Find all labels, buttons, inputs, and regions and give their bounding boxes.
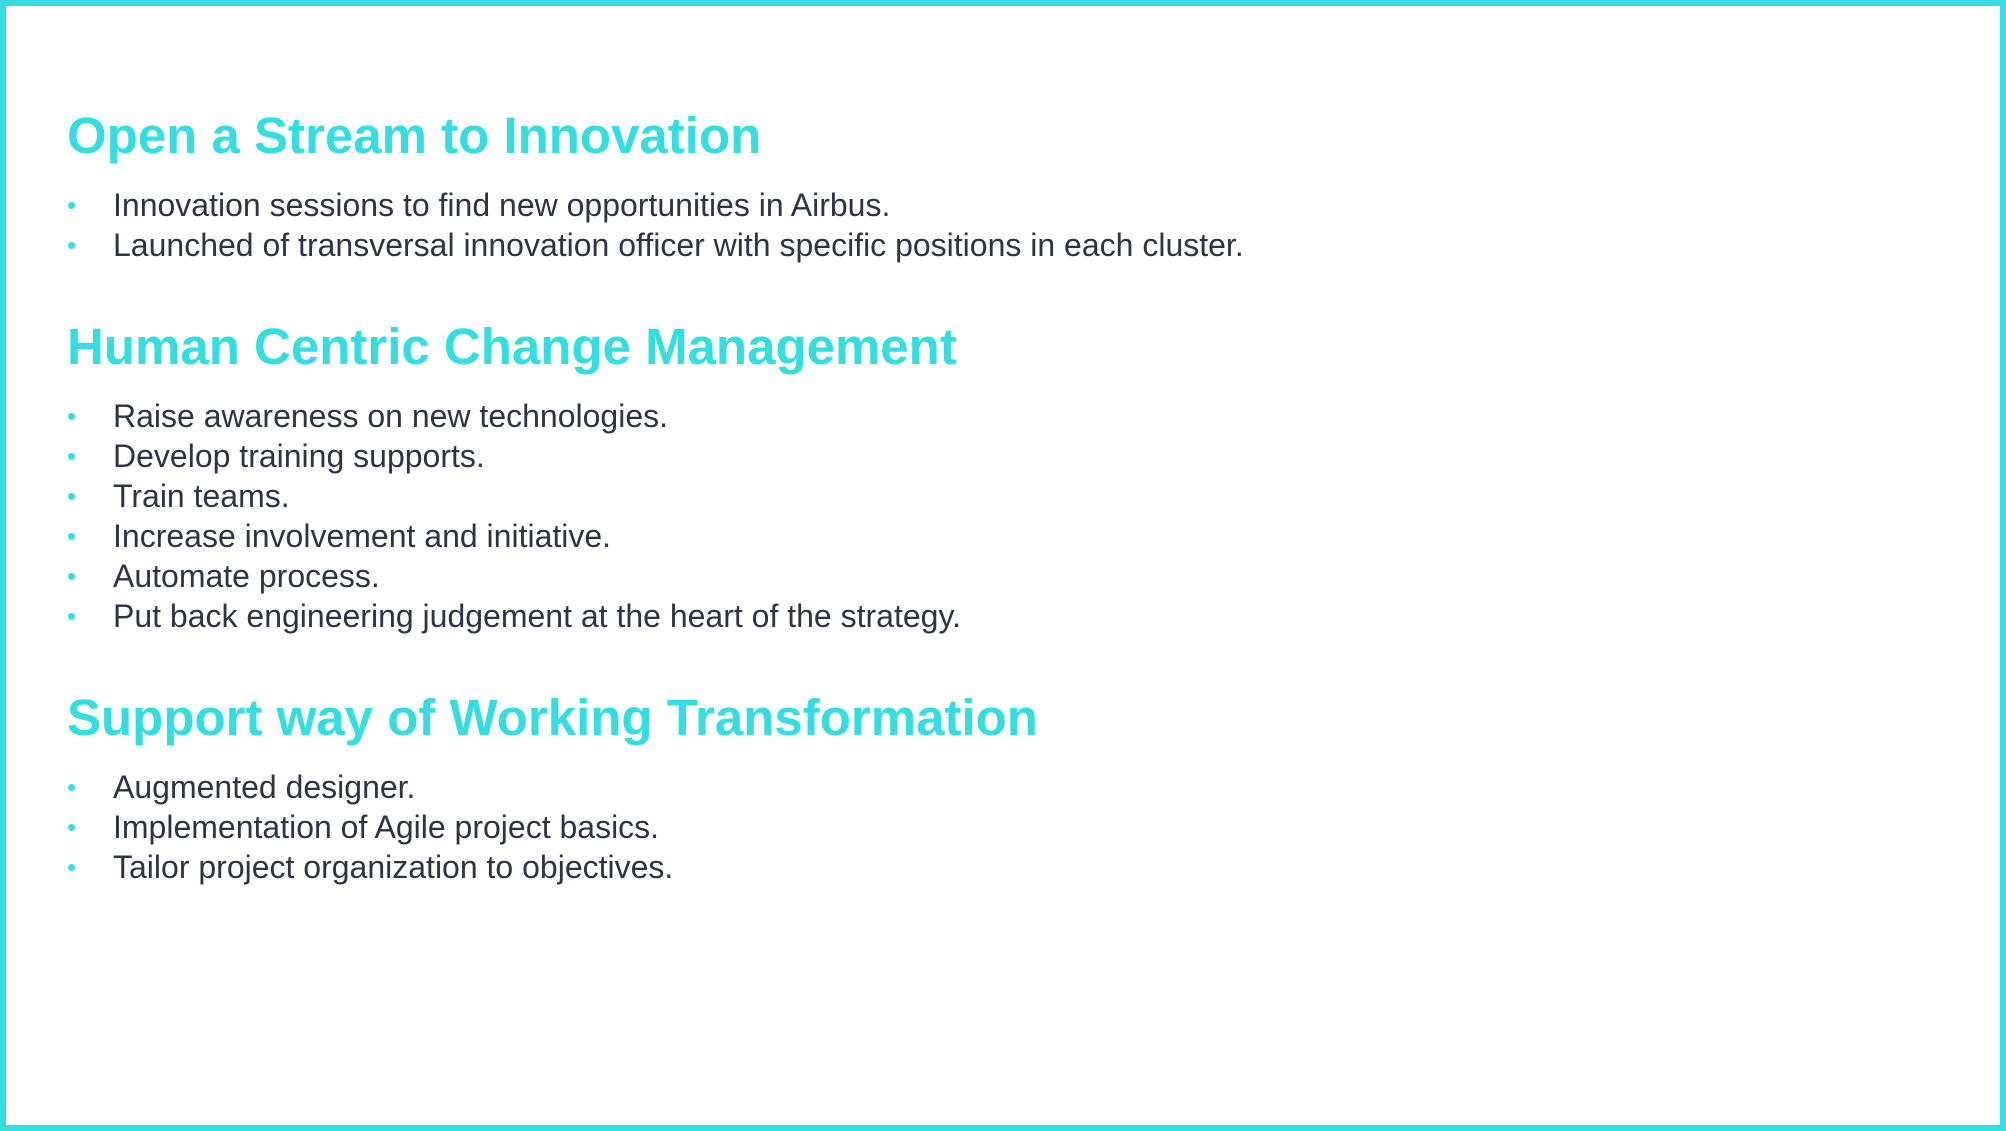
bullet-icon: • — [67, 812, 77, 842]
bullet-list: • Raise awareness on new technologies. •… — [67, 396, 1960, 636]
bullet-icon: • — [67, 230, 77, 260]
list-item: • Develop training supports. — [67, 436, 1960, 476]
list-item: • Innovation sessions to find new opport… — [67, 185, 1960, 225]
list-item-text: Develop training supports. — [113, 438, 485, 474]
list-item: • Automate process. — [67, 556, 1960, 596]
section-change-management: Human Centric Change Management • Raise … — [67, 317, 1960, 636]
section-innovation: Open a Stream to Innovation • Innovation… — [67, 106, 1960, 265]
bullet-icon: • — [67, 401, 77, 431]
list-item-text: Implementation of Agile project basics. — [113, 809, 660, 845]
list-item-text: Put back engineering judgement at the he… — [113, 598, 961, 634]
bullet-icon: • — [67, 852, 77, 882]
section-working-transformation: Support way of Working Transformation • … — [67, 688, 1960, 887]
list-item: • Launched of transversal innovation off… — [67, 225, 1960, 265]
bullet-list: • Innovation sessions to find new opport… — [67, 185, 1960, 265]
slide-content: Open a Stream to Innovation • Innovation… — [67, 106, 1960, 887]
list-item-text: Train teams. — [113, 478, 290, 514]
bullet-icon: • — [67, 190, 77, 220]
slide-frame: Open a Stream to Innovation • Innovation… — [0, 0, 2006, 1131]
bullet-icon: • — [67, 772, 77, 802]
bullet-icon: • — [67, 561, 77, 591]
bullet-icon: • — [67, 521, 77, 551]
section-heading: Support way of Working Transformation — [67, 689, 1038, 746]
list-item: • Augmented designer. — [67, 767, 1960, 807]
list-item: • Tailor project organization to objecti… — [67, 847, 1960, 887]
section-heading: Human Centric Change Management — [67, 318, 957, 375]
bullet-icon: • — [67, 441, 77, 471]
list-item-text: Automate process. — [113, 558, 380, 594]
list-item: • Raise awareness on new technologies. — [67, 396, 1960, 436]
list-item-text: Increase involvement and initiative. — [113, 518, 612, 554]
list-item: • Implementation of Agile project basics… — [67, 807, 1960, 847]
bullet-icon: • — [67, 481, 77, 511]
list-item-text: Tailor project organization to objective… — [113, 849, 674, 885]
list-item-text: Launched of transversal innovation offic… — [113, 227, 1244, 263]
section-heading: Open a Stream to Innovation — [67, 107, 762, 164]
list-item: • Increase involvement and initiative. — [67, 516, 1960, 556]
list-item-text: Augmented designer. — [113, 769, 416, 805]
bullet-list: • Augmented designer. • Implementation o… — [67, 767, 1960, 887]
list-item-text: Innovation sessions to find new opportun… — [113, 187, 891, 223]
list-item: • Train teams. — [67, 476, 1960, 516]
list-item-text: Raise awareness on new technologies. — [113, 398, 668, 434]
bullet-icon: • — [67, 601, 77, 631]
list-item: • Put back engineering judgement at the … — [67, 596, 1960, 636]
